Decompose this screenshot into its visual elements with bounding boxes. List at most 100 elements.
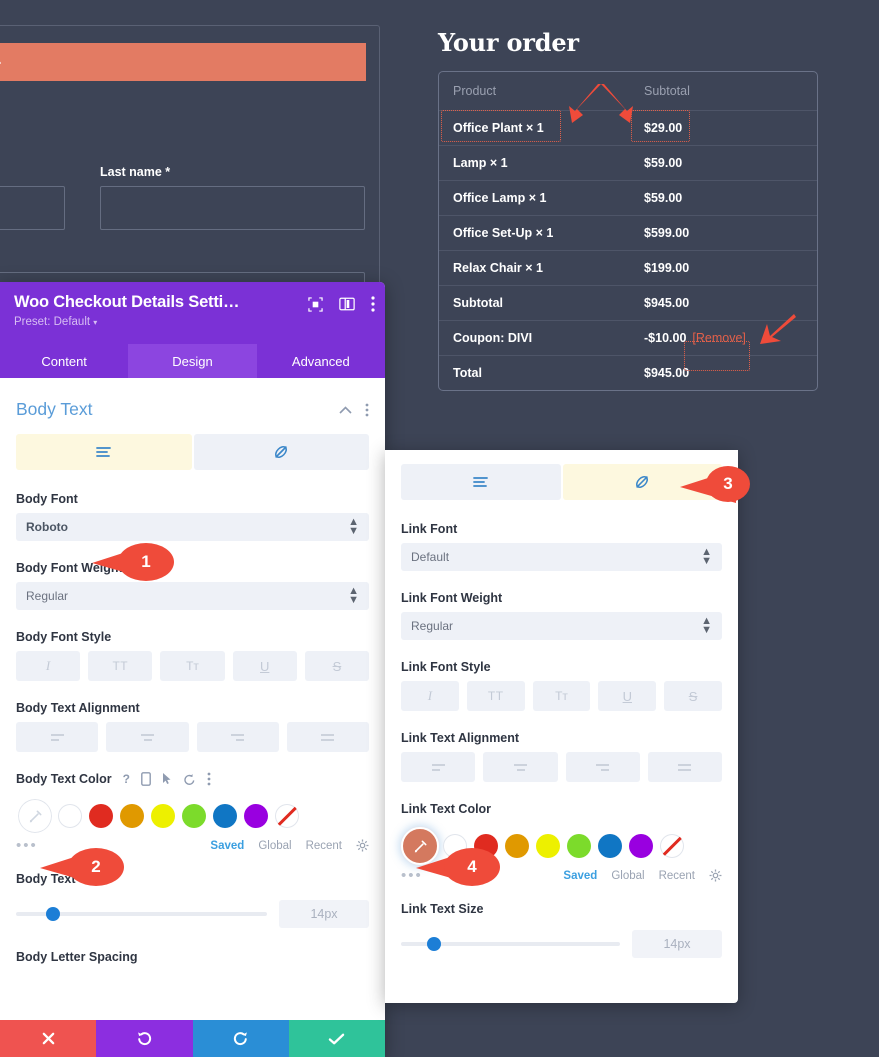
gear-icon[interactable] bbox=[356, 839, 369, 852]
more-colors-button[interactable]: ••• bbox=[401, 867, 423, 884]
cell-product: Office Set-Up × 1 bbox=[439, 215, 632, 251]
align-left-button[interactable] bbox=[16, 722, 99, 752]
divi-preset-selector[interactable]: Preset: Default ▾ bbox=[14, 316, 371, 328]
swatch-yellow[interactable] bbox=[536, 834, 560, 858]
link-text-alignment-label: Link Text Alignment bbox=[401, 731, 520, 745]
style-strikethrough-button[interactable]: S bbox=[664, 681, 722, 711]
panel-layout-icon[interactable] bbox=[339, 297, 355, 311]
remove-coupon-link[interactable]: [Remove] bbox=[692, 331, 746, 345]
gear-icon[interactable] bbox=[709, 869, 722, 882]
swatch-transparent[interactable] bbox=[660, 834, 684, 858]
spinner-icon: ▲ ▼ bbox=[701, 615, 712, 636]
undo-button[interactable] bbox=[96, 1020, 193, 1057]
swatch-purple[interactable] bbox=[244, 804, 268, 828]
th-subtotal: Subtotal bbox=[632, 72, 817, 111]
first-name-input[interactable] bbox=[0, 186, 65, 230]
body-color-subrow: ••• Saved Global Recent bbox=[16, 837, 369, 854]
redo-button[interactable] bbox=[192, 1020, 289, 1057]
align-right-button[interactable] bbox=[565, 752, 640, 782]
swatch-white[interactable] bbox=[58, 804, 82, 828]
style-uppercase-button[interactable]: TT bbox=[466, 681, 525, 711]
body-text-type-toggle[interactable] bbox=[16, 434, 369, 470]
style-uppercase-button[interactable]: TT bbox=[88, 651, 153, 681]
swatch-orange[interactable] bbox=[120, 804, 144, 828]
link-text-type-toggle[interactable] bbox=[401, 464, 722, 500]
kebab-menu-icon[interactable] bbox=[207, 772, 211, 786]
align-center-button[interactable] bbox=[483, 752, 558, 782]
swatch-selected-eyedropper[interactable] bbox=[401, 827, 439, 865]
style-strikethrough-button[interactable]: S bbox=[304, 651, 370, 681]
swatch-blue[interactable] bbox=[213, 804, 237, 828]
chevron-up-icon[interactable] bbox=[339, 405, 352, 414]
style-underline-button[interactable]: U bbox=[598, 681, 657, 711]
align-center-button[interactable] bbox=[106, 722, 189, 752]
swatch-yellow[interactable] bbox=[151, 804, 175, 828]
last-name-input[interactable] bbox=[100, 186, 365, 230]
align-justify-button[interactable] bbox=[286, 722, 369, 752]
body-text-section-header[interactable]: Body Text bbox=[16, 378, 369, 434]
save-button[interactable] bbox=[288, 1020, 385, 1057]
tab-recent-colors[interactable]: Recent bbox=[659, 870, 695, 882]
reset-icon[interactable] bbox=[183, 773, 196, 786]
discard-button[interactable] bbox=[0, 1020, 97, 1057]
swatch-red[interactable] bbox=[89, 804, 113, 828]
body-font-select[interactable]: Roboto ▲ ▼ bbox=[16, 513, 369, 541]
link-text-alignment-buttons[interactable] bbox=[401, 752, 722, 782]
tab-global-colors[interactable]: Global bbox=[611, 870, 644, 882]
swatch-purple[interactable] bbox=[629, 834, 653, 858]
tab-content[interactable]: Content bbox=[0, 344, 128, 378]
style-italic-button[interactable]: I bbox=[401, 681, 459, 711]
swatch-transparent[interactable] bbox=[275, 804, 299, 828]
kebab-menu-icon[interactable] bbox=[365, 403, 369, 417]
align-right-button[interactable] bbox=[196, 722, 279, 752]
swatch-green[interactable] bbox=[567, 834, 591, 858]
link-text-size-slider-row[interactable]: 14px bbox=[401, 930, 722, 958]
body-text-alignment-buttons[interactable] bbox=[16, 722, 369, 752]
toggle-link-styles[interactable] bbox=[193, 434, 369, 470]
kebab-menu-icon[interactable] bbox=[371, 296, 375, 312]
help-icon[interactable]: ? bbox=[123, 772, 130, 786]
tab-saved-colors[interactable]: Saved bbox=[563, 870, 597, 882]
body-text-color-swatches[interactable] bbox=[16, 797, 369, 835]
toggle-link-styles[interactable] bbox=[562, 464, 722, 500]
divi-modal-footer[interactable] bbox=[0, 1020, 385, 1057]
tab-advanced[interactable]: Advanced bbox=[257, 344, 385, 378]
slider-handle[interactable] bbox=[46, 907, 61, 921]
mobile-device-icon[interactable] bbox=[141, 772, 151, 786]
link-font-select[interactable]: Default ▲ ▼ bbox=[401, 543, 722, 571]
body-text-size-track[interactable] bbox=[16, 907, 267, 921]
link-font-weight-select[interactable]: Regular ▲ ▼ bbox=[401, 612, 722, 640]
swatch-green[interactable] bbox=[182, 804, 206, 828]
link-text-size-value[interactable]: 14px bbox=[632, 930, 722, 958]
divi-tab-bar[interactable]: Content Design Advanced bbox=[0, 344, 385, 378]
swatch-blue[interactable] bbox=[598, 834, 622, 858]
slider-handle[interactable] bbox=[427, 937, 442, 951]
cursor-pointer-icon[interactable] bbox=[162, 772, 172, 786]
tab-design[interactable]: Design bbox=[128, 344, 257, 378]
toggle-text-styles[interactable] bbox=[16, 434, 192, 470]
cell-quantity: × 1 bbox=[525, 191, 547, 205]
swatch-selected-eyedropper[interactable] bbox=[16, 797, 54, 835]
swatch-orange[interactable] bbox=[505, 834, 529, 858]
style-italic-button[interactable]: I bbox=[16, 651, 81, 681]
tab-global-colors[interactable]: Global bbox=[258, 840, 291, 852]
style-capitalize-button[interactable]: Tᴛ bbox=[532, 681, 591, 711]
divi-settings-modal[interactable]: Woo Checkout Details Setti… Preset: Defa… bbox=[0, 282, 385, 1057]
body-font-weight-select[interactable]: Regular ▲ ▼ bbox=[16, 582, 369, 610]
body-text-size-value[interactable]: 14px bbox=[279, 900, 369, 928]
link-font-style-buttons[interactable]: I TT Tᴛ U S bbox=[401, 681, 722, 711]
more-colors-button[interactable]: ••• bbox=[16, 837, 38, 854]
align-justify-button[interactable] bbox=[647, 752, 722, 782]
focus-target-icon[interactable] bbox=[308, 296, 323, 312]
tab-saved-colors[interactable]: Saved bbox=[210, 840, 244, 852]
tab-recent-colors[interactable]: Recent bbox=[306, 840, 342, 852]
link-text-size-track[interactable] bbox=[401, 937, 620, 951]
style-capitalize-button[interactable]: Tᴛ bbox=[160, 651, 225, 681]
link-font-style-label: Link Font Style bbox=[401, 660, 491, 674]
toggle-text-styles[interactable] bbox=[401, 464, 561, 500]
body-font-style-buttons[interactable]: I TT Tᴛ U S bbox=[16, 651, 370, 681]
align-left-button[interactable] bbox=[401, 752, 476, 782]
style-underline-button[interactable]: U bbox=[232, 651, 297, 681]
divi-link-settings-panel[interactable]: Link Font Default ▲ ▼ Link Font Weight Re… bbox=[385, 450, 738, 1003]
body-text-size-slider-row[interactable]: 14px bbox=[16, 900, 369, 928]
